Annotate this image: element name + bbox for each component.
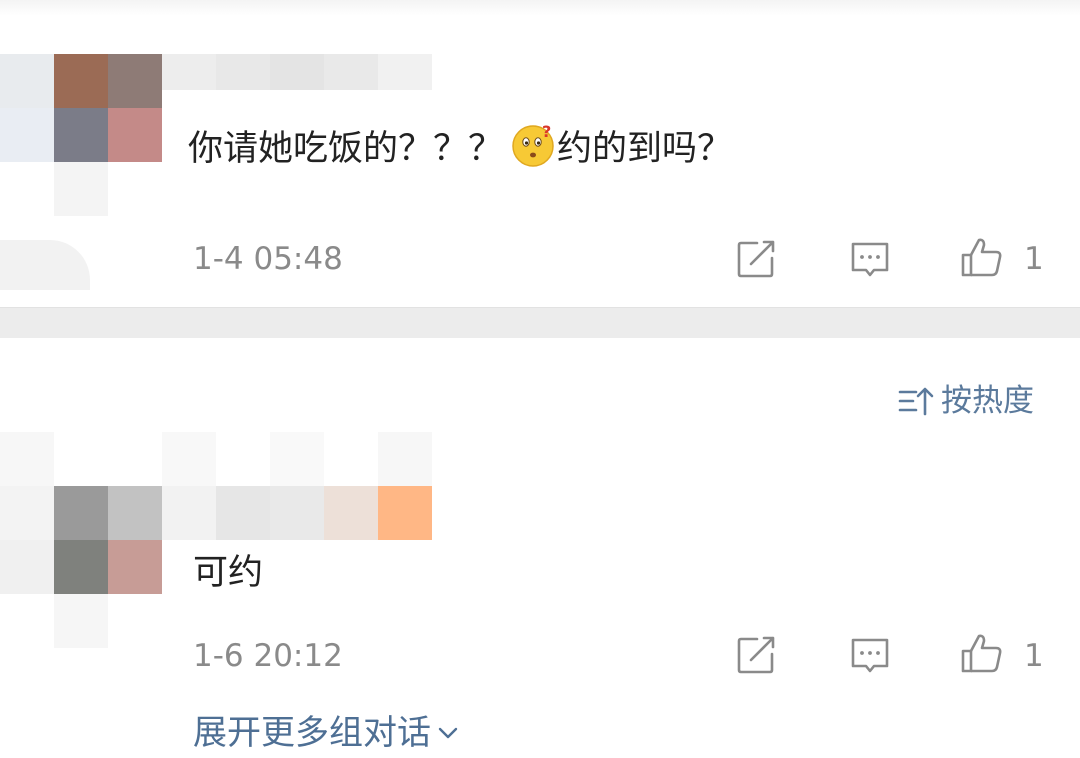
timestamp: 1-6 20:12 [193,638,343,674]
sort-icon [898,387,934,416]
like-count: 1 [1024,638,1044,674]
thumbs-up-icon[interactable] [958,630,1004,676]
repost-icon[interactable] [733,236,779,282]
comment-text-part: 约的到吗？ [557,129,733,169]
repost-icon[interactable] [733,632,779,678]
sort-label: 按热度 [941,382,1034,419]
sort-by-heat-button[interactable]: 按热度 [897,384,1034,418]
like-count: 1 [1024,241,1044,277]
comment-icon[interactable] [847,632,893,678]
section-divider [0,307,1080,338]
comment-thread: 你请她吃饭的？？？ ? 约的到吗？ 1-4 05:48 1 按热度 可约 1-6… [0,0,1080,758]
chevron-down-icon [438,727,458,739]
timestamp: 1-4 05:48 [193,241,343,277]
comment-icon[interactable] [847,236,893,282]
thumbs-up-icon[interactable] [958,234,1004,280]
confused-face-emoji-icon: ? [512,122,554,167]
comment-text-part: 你请她吃饭的？？？ [188,129,504,169]
comment-text: 你请她吃饭的？？？ ? 约的到吗？ [188,122,732,168]
expand-label: 展开更多组对话 [193,713,431,753]
comment-text: 可约 [193,553,264,593]
svg-text:?: ? [542,122,551,141]
expand-more-conversations-link[interactable]: 展开更多组对话 [193,716,459,750]
top-fade [0,0,1080,16]
